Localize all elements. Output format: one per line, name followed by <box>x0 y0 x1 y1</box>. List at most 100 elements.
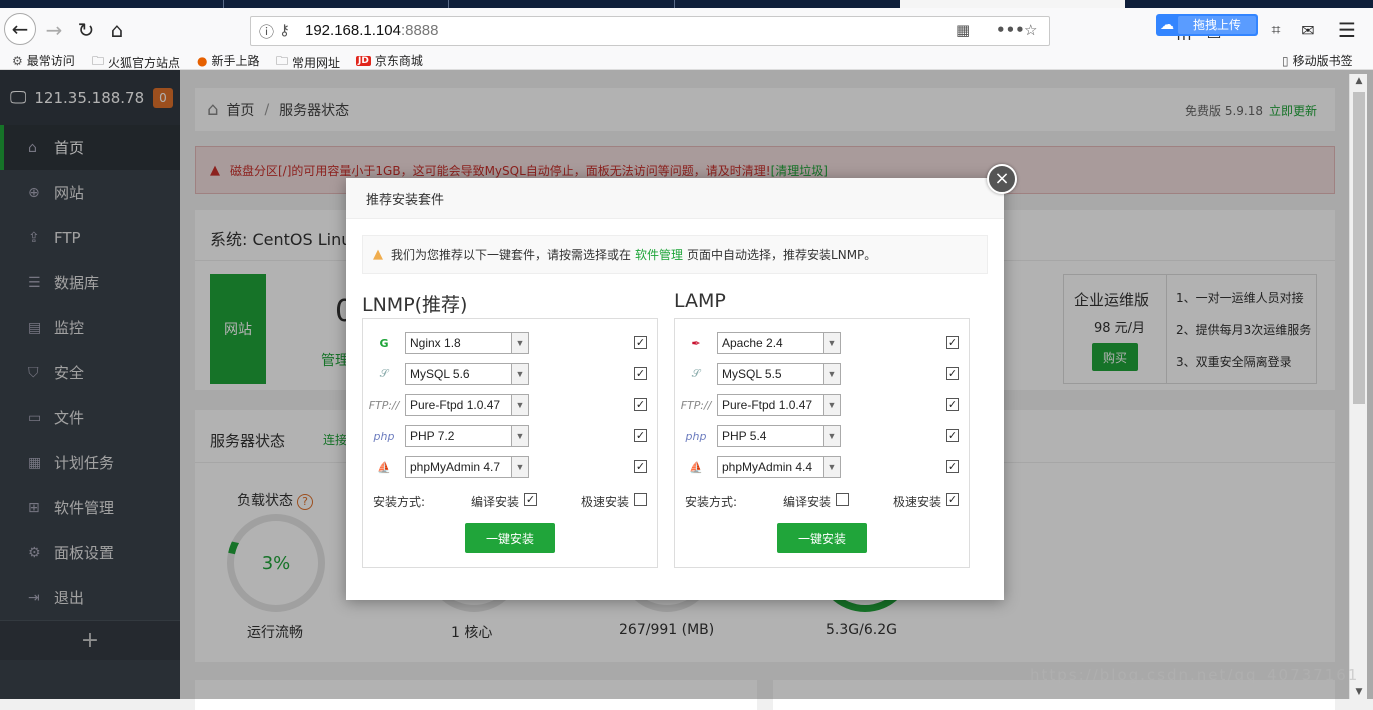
lamp-title: LAMP <box>674 290 726 312</box>
cloud-icon: ☁ <box>1160 17 1174 33</box>
component-checkbox[interactable]: ✓ <box>946 336 959 349</box>
version-select-value: MySQL 5.5 <box>722 367 782 381</box>
chevron-down-icon: ▼ <box>823 395 840 415</box>
scrollbar-thumb[interactable] <box>1353 92 1365 404</box>
lamp-box: ✒ Apache 2.4 ▼ ✓ 𝒮 MySQL 5.5 ▼ ✓ FTP:// Pure-Ftpd… <box>674 318 970 568</box>
phpmyadmin-icon: ⛵ <box>377 460 391 474</box>
bookmark-getting-started[interactable]: ● 新手上路 <box>197 52 260 69</box>
compile-install-checkbox[interactable]: ✓ <box>524 493 537 506</box>
version-select[interactable]: PHP 7.2 ▼ <box>405 425 529 447</box>
component-checkbox[interactable]: ✓ <box>946 460 959 473</box>
url-bar[interactable]: ⓘ ⚷ 192.168.1.104:8888 ▦ ••• ☆ <box>250 16 1050 46</box>
version-select[interactable]: PHP 5.4 ▼ <box>717 425 841 447</box>
version-select-value: Pure-Ftpd 1.0.47 <box>722 398 813 412</box>
crop-icon[interactable]: ⌗ <box>1260 14 1292 46</box>
qr-code-icon[interactable]: ▦ <box>956 21 970 39</box>
version-select-value: Apache 2.4 <box>722 336 783 350</box>
mysql-icon: 𝒮 <box>691 367 701 380</box>
lamp-component-row: ✒ Apache 2.4 ▼ ✓ <box>675 329 969 357</box>
install-method-label: 安装方式: <box>373 495 426 509</box>
page-scrollbar[interactable]: ▲ ▼ <box>1349 74 1367 699</box>
arrow-right-icon: → <box>45 18 63 42</box>
scroll-down-icon[interactable]: ▼ <box>1350 687 1368 697</box>
drag-upload-button[interactable]: ☁ 拖拽上传 <box>1156 14 1258 36</box>
chevron-down-icon: ▼ <box>823 364 840 384</box>
component-checkbox[interactable]: ✓ <box>634 398 647 411</box>
compile-install-label: 编译安装 <box>783 495 832 509</box>
fast-install-checkbox[interactable] <box>634 493 647 506</box>
component-checkbox[interactable]: ✓ <box>634 367 647 380</box>
component-checkbox[interactable]: ✓ <box>634 336 647 349</box>
version-select[interactable]: Apache 2.4 ▼ <box>717 332 841 354</box>
url-text: 192.168.1.104:8888 <box>305 22 439 39</box>
lamp-component-row: php PHP 5.4 ▼ ✓ <box>675 422 969 450</box>
version-select[interactable]: MySQL 5.5 ▼ <box>717 363 841 385</box>
browser-toolbar: ← → ↻ ⌂ ⓘ ⚷ 192.168.1.104:8888 ▦ ••• ☆ |… <box>0 8 1373 50</box>
firefox-icon: ● <box>197 53 208 68</box>
version-select[interactable]: MySQL 5.6 ▼ <box>405 363 529 385</box>
apache-icon: ✒ <box>691 336 701 350</box>
bookmark-jd[interactable]: JD 京东商城 <box>356 52 423 69</box>
ftp-icon: FTP:// <box>680 398 712 412</box>
component-checkbox[interactable]: ✓ <box>634 460 647 473</box>
chat-icon[interactable]: ✉ <box>1292 14 1324 46</box>
lamp-component-row: 𝒮 MySQL 5.5 ▼ ✓ <box>675 360 969 388</box>
more-icon[interactable]: ••• <box>996 21 1025 39</box>
info-icon[interactable]: ⓘ <box>259 21 274 42</box>
chevron-down-icon: ▼ <box>823 426 840 446</box>
lnmp-component-row: FTP:// Pure-Ftpd 1.0.47 ▼ ✓ <box>363 391 657 419</box>
phone-icon: ▯ <box>1282 53 1289 68</box>
version-select[interactable]: Nginx 1.8 ▼ <box>405 332 529 354</box>
star-icon[interactable]: ☆ <box>1024 21 1037 39</box>
menu-icon[interactable]: ☰ <box>1331 14 1363 46</box>
back-button[interactable]: ← <box>4 13 36 45</box>
bookmarks-bar: ⚙ 最常访问 🗀 火狐官方站点 ● 新手上路 🗀 常用网址 JD 京东商城 ▯ 移动版书签 <box>0 50 1373 70</box>
reload-button[interactable]: ↻ <box>70 14 102 46</box>
chevron-down-icon: ▼ <box>511 426 528 446</box>
compile-install-checkbox[interactable] <box>836 493 849 506</box>
nginx-icon: G <box>379 336 389 350</box>
install-method: 安装方式: 编译安装 ✓ 极速安装 <box>373 491 653 511</box>
version-select-value: phpMyAdmin 4.4 <box>722 460 813 474</box>
version-select[interactable]: Pure-Ftpd 1.0.47 ▼ <box>405 394 529 416</box>
phpmyadmin-icon: ⛵ <box>689 460 703 474</box>
version-select-value: phpMyAdmin 4.7 <box>410 460 501 474</box>
upload-label: 拖拽上传 <box>1178 16 1256 34</box>
key-icon: ⚷ <box>279 21 290 39</box>
one-click-install-button[interactable]: 一键安装 <box>777 523 867 553</box>
component-checkbox[interactable]: ✓ <box>634 429 647 442</box>
one-click-install-button[interactable]: 一键安装 <box>465 523 555 553</box>
reload-icon: ↻ <box>77 18 95 42</box>
gear-icon: ⚙ <box>12 53 23 68</box>
modal-header: 推荐安装套件 <box>346 178 1004 219</box>
fast-install-checkbox[interactable]: ✓ <box>946 493 959 506</box>
compile-install-label: 编译安装 <box>471 495 520 509</box>
home-icon: ⌂ <box>110 18 124 42</box>
active-tab[interactable] <box>900 0 1125 8</box>
scroll-up-icon[interactable]: ▲ <box>1350 76 1368 86</box>
lnmp-component-row: php PHP 7.2 ▼ ✓ <box>363 422 657 450</box>
component-checkbox[interactable]: ✓ <box>946 429 959 442</box>
fast-install-label: 极速安装 <box>581 495 630 509</box>
lamp-component-row: ⛵ phpMyAdmin 4.4 ▼ ✓ <box>675 453 969 481</box>
forward-button[interactable]: → <box>38 14 70 46</box>
version-select-value: PHP 7.2 <box>410 429 455 443</box>
tab-divider <box>448 0 449 8</box>
software-manage-link[interactable]: 软件管理 <box>635 246 683 263</box>
home-button[interactable]: ⌂ <box>101 14 133 46</box>
lnmp-component-row: ⛵ phpMyAdmin 4.7 ▼ ✓ <box>363 453 657 481</box>
component-checkbox[interactable]: ✓ <box>946 398 959 411</box>
chevron-down-icon: ▼ <box>511 395 528 415</box>
bookmark-mobile[interactable]: ▯ 移动版书签 <box>1282 52 1353 69</box>
php-icon: php <box>373 429 395 443</box>
jd-icon: JD <box>356 55 371 66</box>
component-checkbox[interactable]: ✓ <box>946 367 959 380</box>
chevron-down-icon: ▼ <box>823 457 840 477</box>
close-icon[interactable]: × <box>987 164 1017 194</box>
version-select[interactable]: Pure-Ftpd 1.0.47 ▼ <box>717 394 841 416</box>
tip-text: 页面中自动选择，推荐安装LNMP。 <box>687 248 877 262</box>
version-select[interactable]: phpMyAdmin 4.4 ▼ <box>717 456 841 478</box>
lnmp-title: LNMP(推荐) <box>362 294 468 316</box>
version-select[interactable]: phpMyAdmin 4.7 ▼ <box>405 456 529 478</box>
bookmark-most-visited[interactable]: ⚙ 最常访问 <box>12 52 75 69</box>
